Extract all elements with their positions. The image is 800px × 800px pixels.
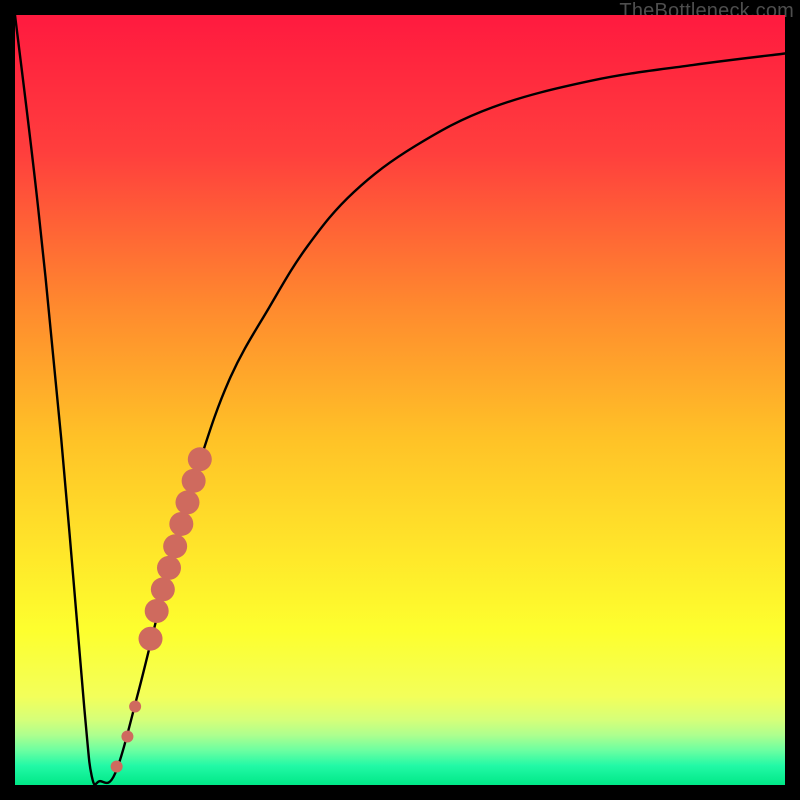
plot-area [15,15,785,785]
marker-dot [121,730,133,742]
chart-svg [15,15,785,785]
marker-dot [169,512,193,536]
marker-dot [145,599,169,623]
marker-dot [129,700,141,712]
gradient-background [15,15,785,785]
marker-dot [157,556,181,580]
marker-dot [175,490,199,514]
marker-dot [163,534,187,558]
chart-root: TheBottleneck.com [0,0,800,800]
marker-dot [188,447,212,471]
plot-outer-frame: TheBottleneck.com [0,0,800,800]
marker-dot [182,469,206,493]
marker-dot [151,577,175,601]
marker-dot [111,761,123,773]
marker-dot [139,627,163,651]
